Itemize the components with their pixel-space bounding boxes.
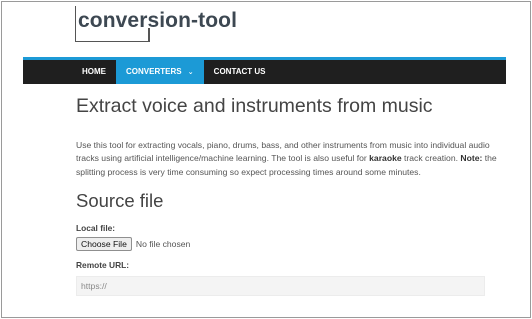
nav-item-contact-us-label: CONTACT US [213, 67, 266, 76]
main-content: Extract voice and instruments from music… [76, 94, 506, 297]
choose-file-button[interactable]: Choose File [76, 236, 132, 251]
site-logo[interactable]: conversion-tool [72, 6, 237, 46]
remote-url-input[interactable] [76, 276, 485, 297]
main-navigation: HOME CONVERTERS ⌄ CONTACT US [23, 57, 506, 84]
tool-description: Use this tool for extracting vocals, pia… [76, 139, 506, 179]
description-note-label: Note: [460, 153, 483, 164]
page-title: Extract voice and instruments from music [76, 95, 433, 117]
source-file-heading: Source file [76, 190, 164, 212]
nav-item-home-label: HOME [82, 67, 106, 76]
file-status-text: No file chosen [135, 238, 191, 249]
remote-url-label: Remote URL: [76, 260, 130, 271]
nav-item-home[interactable]: HOME [72, 60, 116, 84]
local-file-picker: Choose File No file chosen [76, 236, 506, 251]
chevron-down-icon: ⌄ [187, 69, 194, 76]
local-file-label: Local file: [76, 223, 116, 234]
description-text-2: track creation. [401, 153, 461, 164]
nav-item-contact-us[interactable]: CONTACT US [204, 60, 276, 84]
nav-item-converters[interactable]: CONVERTERS ⌄ [116, 60, 204, 84]
nav-item-converters-label: CONVERTERS [126, 67, 182, 76]
description-karaoke: karaoke [369, 153, 402, 164]
browser-viewport: conversion-tool HOME CONVERTERS ⌄ CONTAC… [1, 1, 531, 318]
nav-menu: HOME CONVERTERS ⌄ CONTACT US [72, 60, 276, 84]
logo-text: conversion-tool [78, 9, 238, 32]
